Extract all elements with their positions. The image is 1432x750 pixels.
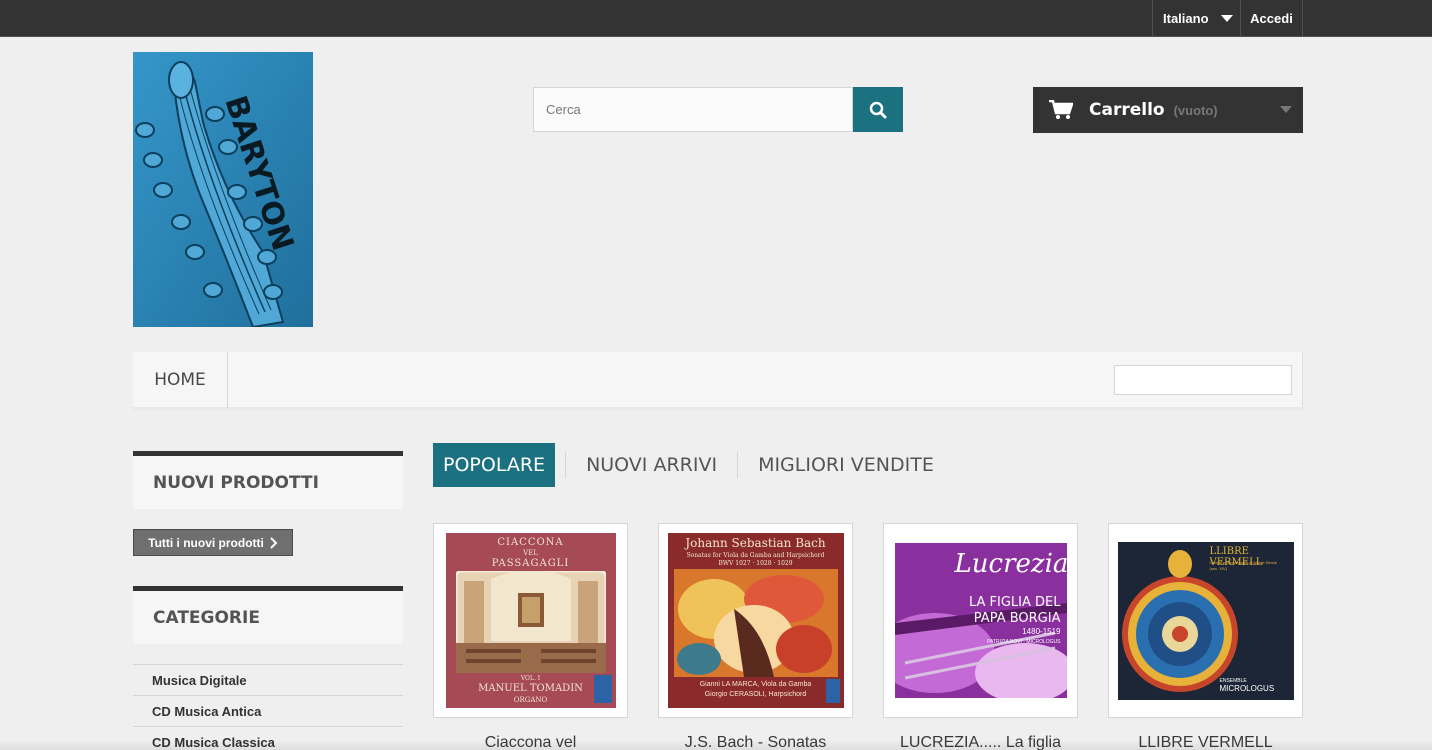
chevron-down-icon: [1280, 106, 1292, 113]
tab-popular[interactable]: POPOLARE: [433, 443, 556, 487]
baryton-logo-image: BARYTON: [133, 52, 313, 327]
all-new-products-label: Tutti i nuovi prodotti: [148, 535, 264, 550]
product-card: Lucrezia LA FIGLIA DEL PAPA BORGIA 1480-…: [883, 523, 1078, 750]
all-new-products-button[interactable]: Tutti i nuovi prodotti: [133, 529, 293, 556]
product-image-link[interactable]: CIACCONA VEL PASSAGAGLI VOL. I MANUEL TO…: [433, 523, 628, 718]
search-input[interactable]: [533, 87, 853, 132]
cover-title-line: LA FIGLIA DEL: [968, 595, 1061, 610]
cover-artist: MANUEL TOMADIN: [478, 683, 583, 694]
album-cover: LLIBRE VERMELL Cant di pellegrinaggio al…: [1117, 541, 1294, 700]
cover-artist: Giorgio CERASOLI, Harpsichord: [704, 691, 807, 698]
cover-title-line: PAPA BORGIA: [973, 611, 1061, 626]
product-tabs: POPOLARE NUOVI ARRIVI MIGLIORI VENDITE: [433, 443, 944, 487]
tab-best-sellers[interactable]: MIGLIORI VENDITE: [748, 443, 944, 487]
cover-volume: VOL. I: [520, 675, 541, 682]
cover-artist: PATRIZIA BOVI · MICROLOGUS: [987, 639, 1061, 645]
album-cover: Johann Sebastian Bach Sonatas for Viola …: [667, 533, 844, 708]
cart-status: (vuoto): [1173, 102, 1218, 118]
search-button[interactable]: [853, 87, 903, 132]
bottom-shadow: [0, 740, 1432, 750]
shop-logo[interactable]: BARYTON: [133, 52, 313, 327]
menu-item-home[interactable]: HOME: [133, 352, 228, 408]
product-card: Johann Sebastian Bach Sonatas for Viola …: [658, 523, 853, 750]
cover-title-line: BWV 1027 · 1028 · 1029: [718, 560, 793, 567]
product-image-link[interactable]: LLIBRE VERMELL Cant di pellegrinaggio al…: [1108, 523, 1303, 718]
cover-years: 1480-1519: [1022, 627, 1061, 636]
login-link[interactable]: Accedi: [1241, 0, 1303, 37]
cover-subtitle: (sec. XIV): [1209, 565, 1228, 571]
product-image-link[interactable]: Johann Sebastian Bach Sonatas for Viola …: [658, 523, 853, 718]
cart-dropdown[interactable]: Carrello (vuoto): [1033, 87, 1303, 133]
tab-new-arrivals[interactable]: NUOVI ARRIVI: [576, 443, 727, 487]
cover-title-line: CIACCONA: [497, 537, 564, 548]
tab-divider: [737, 452, 739, 478]
language-selector[interactable]: Italiano: [1152, 0, 1241, 37]
album-cover: CIACCONA VEL PASSAGAGLI VOL. I MANUEL TO…: [445, 533, 616, 708]
category-item[interactable]: Musica Digitale: [133, 664, 403, 695]
new-products-title[interactable]: NUOVI PRODOTTI: [133, 451, 403, 509]
cover-artist: Gianni LA MARCA, Viola da Gamba: [699, 681, 812, 688]
church-interior-image: [455, 571, 606, 673]
main-menu: HOME: [133, 352, 1303, 410]
product-card: LLIBRE VERMELL Cant di pellegrinaggio al…: [1108, 523, 1303, 750]
language-label: Italiano: [1163, 11, 1209, 26]
search-icon: [869, 101, 887, 118]
menu-search-input[interactable]: [1114, 365, 1292, 395]
cover-title-line: Lucrezia: [954, 549, 1067, 579]
chevron-right-icon: [270, 536, 278, 549]
chevron-down-icon: [1220, 15, 1233, 22]
angel-painting-image: [673, 569, 838, 677]
product-card: CIACCONA VEL PASSAGAGLI VOL. I MANUEL TO…: [433, 523, 628, 750]
product-image-link[interactable]: Lucrezia LA FIGLIA DEL PAPA BORGIA 1480-…: [883, 523, 1078, 718]
category-item[interactable]: CD Musica Antica: [133, 695, 403, 726]
shopping-cart-icon: [1049, 100, 1073, 119]
label-logo: [593, 675, 612, 703]
cover-title-line: VEL: [523, 549, 538, 557]
tab-divider: [565, 452, 567, 478]
label-logo: [825, 679, 840, 703]
category-list: Musica Digitale CD Musica Antica CD Musi…: [133, 664, 403, 750]
cover-artist: MICROLOGUS: [1219, 683, 1275, 693]
cover-title-line: PASSAGAGLI: [491, 558, 570, 569]
cover-instrument: ORGANO: [513, 696, 548, 704]
top-bar: Italiano Accedi: [0, 0, 1432, 37]
cart-label: Carrello: [1089, 100, 1165, 120]
cover-subtitle: Cant di pellegrinaggio al Monte Serrat: [1209, 559, 1277, 565]
cover-title-line: Johann Sebastian Bach: [685, 536, 826, 550]
album-cover: Lucrezia LA FIGLIA DEL PAPA BORGIA 1480-…: [894, 543, 1067, 698]
categories-title[interactable]: CATEGORIE: [133, 586, 403, 644]
cover-title-line: Sonatas for Viola da Gamba and Harpsicho…: [686, 552, 825, 559]
